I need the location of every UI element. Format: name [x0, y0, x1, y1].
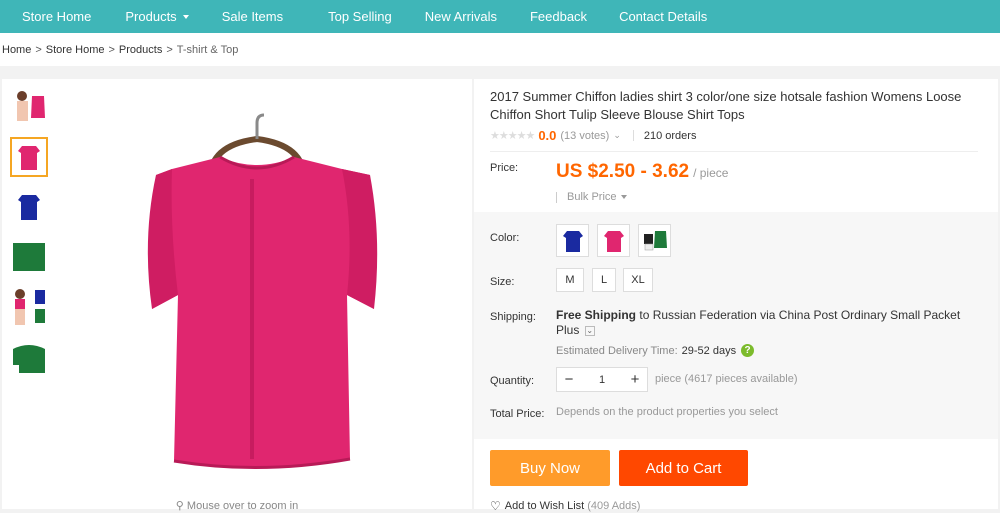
price-label: Price:: [490, 162, 519, 174]
help-icon[interactable]: ?: [741, 344, 755, 357]
thumbnail-blue-shirt[interactable]: [10, 187, 48, 227]
quantity-available: piece (4617 pieces available): [655, 373, 798, 385]
minus-icon[interactable]: −: [557, 371, 581, 388]
shipping-label: Shipping:: [490, 311, 536, 323]
total-price-value: Depends on the product properties you se…: [556, 406, 778, 418]
zoom-hint: ⚲ Mouse over to zoom in: [2, 499, 472, 512]
quantity-stepper: − 1 +: [556, 367, 648, 392]
delivery-label: Estimated Delivery Time:: [556, 344, 678, 357]
price-amount: US $2.50 - 3.62: [556, 161, 690, 182]
chevron-down-icon: [620, 195, 627, 199]
breadcrumb-separator: >: [166, 43, 173, 56]
chevron-down-icon[interactable]: ⌄: [584, 325, 595, 336]
total-price-label: Total Price:: [490, 408, 545, 420]
nav-sale-items[interactable]: Sale Items: [222, 0, 283, 33]
nav-products-label: Products: [125, 9, 177, 24]
chevron-down-icon: [182, 14, 189, 19]
buy-now-button[interactable]: Buy Now: [490, 450, 610, 486]
breadcrumb-separator: >: [35, 43, 42, 56]
plus-icon[interactable]: +: [623, 371, 647, 388]
shipping-to: to: [639, 308, 650, 322]
delivery-days: 29-52 days: [681, 344, 737, 357]
nav-store-home[interactable]: Store Home: [22, 0, 91, 33]
color-swatch-blue[interactable]: [556, 224, 589, 257]
price-unit: / piece: [693, 166, 729, 180]
search-icon: ⚲: [175, 500, 184, 512]
color-swatch-rose[interactable]: [597, 224, 630, 257]
thumbnail-list: [10, 87, 50, 387]
nav-feedback[interactable]: Feedback: [530, 0, 587, 33]
shipping-info: Free Shipping to Russian Federation via …: [556, 308, 976, 338]
divider: [490, 151, 978, 152]
size-option-xl[interactable]: XL: [623, 268, 653, 292]
product-gallery: ⚲ Mouse over to zoom in: [2, 79, 472, 512]
breadcrumb-home[interactable]: Home: [2, 44, 31, 56]
nav-new-arrivals[interactable]: New Arrivals: [425, 0, 497, 33]
product-main-image[interactable]: [112, 109, 402, 509]
quantity-label: Quantity:: [490, 375, 535, 387]
heart-icon: ♡: [490, 499, 501, 513]
quantity-input[interactable]: 1: [581, 374, 623, 386]
divider: [632, 130, 634, 141]
thumbnail-model-rose[interactable]: [10, 87, 48, 127]
orders-count: 210 orders: [643, 129, 697, 142]
wishlist-count: (409 Adds): [587, 500, 641, 512]
size-label: Size:: [490, 276, 515, 288]
thumbnail-rose-shirt[interactable]: [10, 137, 48, 177]
product-info: 2017 Summer Chiffon ladies shirt 3 color…: [474, 79, 998, 513]
breadcrumb-separator: >: [108, 43, 115, 56]
free-shipping: Free Shipping: [556, 308, 637, 322]
size-option-l[interactable]: L: [592, 268, 616, 292]
nav-top-selling[interactable]: Top Selling: [328, 0, 392, 33]
top-nav: Store Home Products Sale Items Top Selli…: [0, 0, 1000, 33]
color-swatch-green[interactable]: [638, 224, 671, 257]
rating-score: 0.0: [538, 128, 557, 143]
divider: [556, 191, 557, 203]
wishlist-label: Add to Wish List: [504, 500, 585, 512]
star-rating-icon: ★★★★★: [490, 130, 535, 142]
breadcrumb-current: T-shirt & Top: [176, 43, 239, 56]
rating-row: ★★★★★ 0.0 (13 votes) ⌄ 210 orders: [490, 128, 696, 143]
chevron-down-icon[interactable]: ⌄: [613, 130, 621, 141]
breadcrumb-store-home[interactable]: Store Home: [46, 44, 105, 56]
breadcrumb-products[interactable]: Products: [119, 44, 162, 56]
thumbnail-green-detail[interactable]: [10, 337, 48, 377]
thumbnail-green-shirt[interactable]: [10, 237, 48, 277]
rating-votes[interactable]: (13 votes): [560, 130, 609, 142]
delivery-time: Estimated Delivery Time: 29-52 days ?: [556, 344, 755, 357]
product-title: 2017 Summer Chiffon ladies shirt 3 color…: [490, 89, 962, 122]
nav-contact-details[interactable]: Contact Details: [619, 0, 707, 33]
zoom-hint-label: Mouse over to zoom in: [186, 500, 299, 512]
breadcrumb: Home > Store Home > Products > T-shirt &…: [0, 33, 1000, 66]
nav-products[interactable]: Products: [125, 0, 189, 33]
thumbnail-model-colors[interactable]: [10, 287, 48, 327]
bulk-price-label: Bulk Price: [567, 191, 617, 203]
size-option-m[interactable]: M: [556, 268, 584, 292]
add-to-wishlist[interactable]: ♡ Add to Wish List (409 Adds): [490, 499, 640, 513]
color-label: Color:: [490, 232, 520, 244]
bulk-price[interactable]: Bulk Price: [556, 191, 627, 203]
product-options: Color: Size: M L XL Shipping: Free Shipp…: [474, 212, 998, 439]
add-to-cart-button[interactable]: Add to Cart: [619, 450, 748, 486]
price-value: US $2.50 - 3.62/ piece: [556, 161, 728, 183]
